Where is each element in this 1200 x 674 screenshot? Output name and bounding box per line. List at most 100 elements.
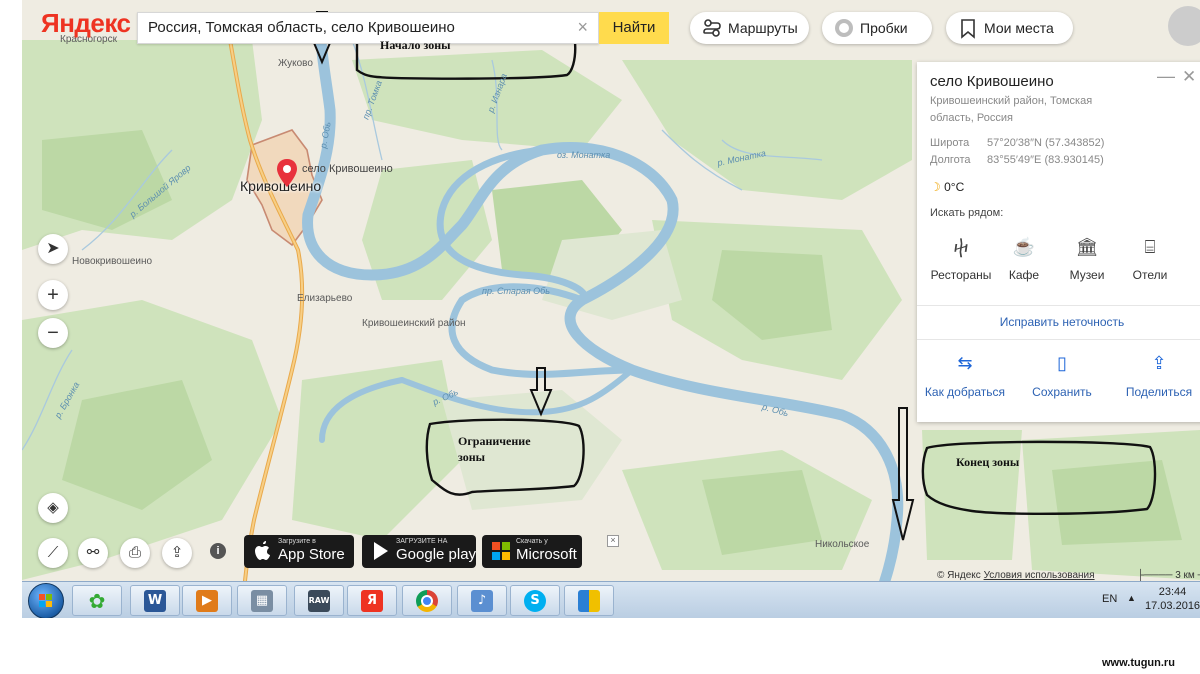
taskbar-icq[interactable]: ✿ [72, 585, 122, 616]
play-icon [374, 542, 388, 560]
fix-inaccuracy-link[interactable]: Исправить неточность [917, 315, 1200, 329]
tray-expand-icon[interactable]: ▲ [1127, 593, 1136, 603]
traffic-label: Пробки [860, 20, 908, 36]
nearby-museums[interactable]: 🏛 Музеи [1052, 232, 1122, 282]
badges-close-icon[interactable]: × [607, 535, 619, 547]
geolocation-icon: ➤ [46, 240, 60, 257]
weather: ☽ 0°C [930, 180, 964, 194]
share-label: Поделиться [1125, 385, 1193, 399]
start-button[interactable] [28, 583, 64, 618]
taskbar-calculator[interactable]: ▦ [237, 585, 287, 616]
zoom-out-button[interactable]: − [38, 318, 68, 348]
latitude-value[interactable]: 57°20′38″N (57.343852) [987, 137, 1104, 149]
taskbar: ✿ W ▶ ▦ RAW Я ♪ S EN ▲ 23:44 17.03.2016 [22, 581, 1200, 618]
panorama-button[interactable]: ⚯ [78, 538, 108, 568]
logo-text: Яндекс [41, 8, 131, 38]
print-button[interactable]: ⎙ [120, 538, 150, 568]
routes-button[interactable]: Маршруты [690, 12, 809, 44]
latitude-row: Широта 57°20′38″N (57.343852) [930, 137, 1104, 149]
label-elizarevo: Елизарьево [297, 293, 353, 304]
windows-icon [492, 542, 510, 560]
appstore-badge[interactable]: Загрузите в App Store [244, 535, 354, 568]
print-icon: ⎙ [128, 544, 141, 561]
annotation-start: Начало зоны [380, 38, 451, 52]
raw-viewer-icon: RAW [308, 590, 330, 612]
my-places-button[interactable]: Мои места [946, 12, 1073, 44]
calculator-icon: ▦ [251, 590, 273, 612]
layers-button[interactable]: ◈ [38, 493, 68, 523]
scale-bar: ├──── 3 км ─┤ [1137, 570, 1200, 581]
search-box[interactable]: Россия, Томская область, село Кривошеино… [137, 12, 599, 44]
share-map-button[interactable]: ⇪ [162, 538, 192, 568]
taskbar-skype[interactable]: S [510, 585, 560, 616]
coffee-cup-icon: ☕ [1012, 237, 1036, 257]
taskbar-security[interactable] [564, 585, 614, 616]
yandex-browser-icon: Я [361, 590, 383, 612]
bookmark-icon [961, 19, 975, 39]
longitude-value[interactable]: 83°55′49″E (83.930145) [987, 154, 1104, 166]
microsoft-badge[interactable]: Скачать у Microsoft [482, 535, 582, 568]
clock-date: 17.03.2016 [1145, 600, 1200, 612]
routes-icon [703, 19, 721, 37]
location-pin-icon[interactable] [276, 158, 298, 188]
icq-flower-icon: ✿ [88, 589, 106, 613]
nearby-label: Искать рядом: [930, 207, 1004, 219]
clock-time: 23:44 [1158, 586, 1187, 598]
search-input[interactable]: Россия, Томская область, село Кривошеино [148, 19, 455, 36]
my-places-label: Мои места [984, 20, 1054, 36]
scale-value: 3 км [1175, 570, 1195, 581]
speaker-icon: ♪ [471, 590, 493, 612]
ruler-button[interactable]: ⟋ [38, 538, 68, 568]
get-directions-button[interactable]: ⇆ Как добраться [917, 347, 1013, 399]
avatar[interactable] [1168, 6, 1200, 46]
label-marker-village: село Кривошеино [302, 163, 393, 175]
search-button[interactable]: Найти [599, 12, 669, 44]
place-subtitle: Кривошеинский район, Томская область, Ро… [930, 95, 1093, 124]
get-directions-label: Как добраться [924, 385, 1006, 399]
chrome-icon [416, 590, 438, 612]
longitude-label: Долгота [930, 154, 971, 166]
nearby-restaurants[interactable]: ⴕ Рестораны [926, 232, 996, 282]
nearby-cafe[interactable]: ☕ Кафе [989, 232, 1059, 282]
nearby-cafe-label: Кафе [1008, 268, 1040, 282]
taskbar-chrome[interactable] [402, 585, 452, 616]
latitude-label: Широта [930, 137, 970, 149]
word-icon: W [144, 590, 166, 612]
bed-icon: ⌸ [1144, 237, 1156, 257]
save-button[interactable]: ▯ Сохранить [1014, 347, 1110, 399]
taskbar-raw[interactable]: RAW [294, 585, 344, 616]
traffic-button[interactable]: Пробки [822, 12, 932, 44]
taskbar-word[interactable]: W [130, 585, 180, 616]
museum-icon: 🏛 [1075, 237, 1099, 257]
nearby-hotels-label: Отели [1132, 268, 1168, 282]
appstore-small: Загрузите в [278, 538, 316, 545]
binoculars-icon: ⚯ [86, 544, 100, 561]
nearby-hotels[interactable]: ⌸ Отели [1115, 232, 1185, 282]
share-icon: ⇪ [1151, 353, 1167, 373]
ms-large: Microsoft [516, 546, 577, 563]
ms-small: Скачать у [516, 538, 548, 545]
routes-label: Маршруты [728, 20, 798, 36]
info-icon[interactable]: i [210, 543, 226, 559]
taskbar-yandex[interactable]: Я [347, 585, 397, 616]
taskbar-sound[interactable]: ♪ [457, 585, 507, 616]
clock[interactable]: 23:44 17.03.2016 [1145, 585, 1200, 613]
share-button[interactable]: ⇪ Поделиться [1111, 347, 1200, 399]
moon-icon: ☽ [930, 180, 941, 194]
geolocation-button[interactable]: ➤ [38, 234, 68, 264]
screen: Жуково Красногорск село Кривошеино Криво… [22, 0, 1200, 618]
watermark: www.tugun.ru [1102, 657, 1175, 669]
minimize-icon[interactable]: — [1157, 66, 1175, 87]
close-icon[interactable]: ✕ [1182, 67, 1196, 87]
clear-icon[interactable]: × [577, 17, 588, 38]
terms-link[interactable]: Условия использования [984, 570, 1095, 581]
taskbar-media[interactable]: ▶ [182, 585, 232, 616]
layers-icon: ◈ [47, 499, 59, 516]
divider [917, 339, 1200, 340]
google-play-badge[interactable]: ЗАГРУЗИТЕ НА Google play [362, 535, 476, 568]
yandex-logo[interactable]: Яндекс [41, 8, 131, 39]
language-indicator[interactable]: EN [1102, 593, 1117, 605]
zoom-in-button[interactable]: + [38, 280, 68, 310]
label-novokrivoshein: Новокривошеино [72, 256, 153, 267]
google-large: Google play [396, 546, 477, 563]
